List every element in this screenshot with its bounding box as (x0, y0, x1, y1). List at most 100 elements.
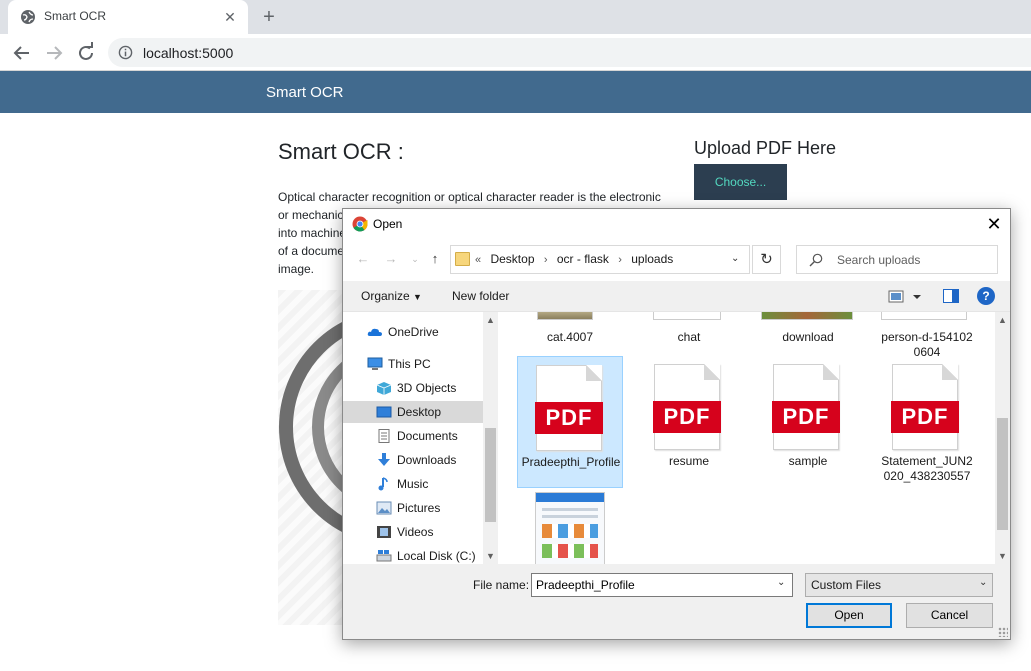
desktop-icon (376, 406, 392, 418)
scroll-up-icon[interactable]: ▲ (485, 314, 496, 326)
path-dropdown-chevron-icon[interactable]: ⌄ (731, 253, 739, 264)
cancel-button[interactable]: Cancel (906, 603, 993, 628)
file-item-sample[interactable]: PDF sample (755, 356, 861, 488)
url-text[interactable]: localhost:5000 (143, 45, 233, 61)
address-bar[interactable]: localhost:5000 (108, 38, 1031, 67)
nav-item-onedrive[interactable]: OneDrive (343, 321, 483, 343)
globe-icon (21, 10, 35, 24)
open-file-dialog: Open ✕ ← → ⌄ ↑ « Desktop › ocr - flask ›… (342, 208, 1011, 640)
nav-item-3d-objects[interactable]: 3D Objects (343, 377, 483, 399)
cube-icon (376, 382, 392, 395)
refresh-icon[interactable]: ↻ (752, 245, 781, 274)
breadcrumb-desktop[interactable]: Desktop (490, 252, 534, 266)
scrollbar-thumb[interactable] (997, 418, 1008, 530)
page-title: Smart OCR : (278, 139, 404, 164)
scroll-down-icon[interactable]: ▼ (485, 550, 496, 562)
file-type-dropdown-icon[interactable]: ⌄ (979, 577, 987, 588)
computer-icon (367, 357, 383, 370)
up-arrow-icon[interactable]: ↑ (427, 251, 443, 267)
breadcrumb-uploads[interactable]: uploads (631, 252, 673, 266)
file-item-pradeepthi-profile[interactable]: PDF Pradeepthi_Profile (517, 356, 623, 488)
new-folder-button[interactable]: New folder (452, 289, 509, 303)
resize-grip-icon[interactable] (998, 627, 1008, 637)
nav-item-downloads[interactable]: Downloads (343, 449, 483, 471)
change-view-icon[interactable] (888, 289, 924, 305)
scroll-up-icon[interactable]: ▲ (997, 314, 1008, 326)
pictures-icon (376, 501, 392, 515)
file-name-label: File name: (473, 578, 530, 592)
search-uploads-input[interactable]: Search uploads (796, 245, 998, 274)
nav-item-this-pc[interactable]: This PC (343, 353, 483, 375)
file-item-resume[interactable]: PDF resume (636, 356, 742, 488)
pdf-file-icon: PDF (891, 364, 959, 450)
open-button[interactable]: Open (806, 603, 892, 628)
chrome-logo-icon (352, 216, 368, 232)
site-brand[interactable]: Smart OCR (266, 84, 344, 101)
new-tab-plus-icon[interactable]: + (258, 6, 280, 28)
screenshot-thumbnail[interactable] (535, 492, 605, 564)
pdf-file-icon: PDF (653, 364, 721, 450)
breadcrumb-overflow[interactable]: « (475, 254, 481, 266)
folder-path-bar[interactable]: « Desktop › ocr - flask › uploads ⌄ (450, 245, 750, 274)
browser-toolbar: localhost:5000 (0, 34, 1031, 71)
dialog-close-icon[interactable]: ✕ (978, 209, 1010, 239)
preview-pane-icon[interactable] (943, 289, 959, 303)
tab-title: Smart OCR (44, 9, 107, 23)
navigation-pane: OneDrive This PC 3D Objects Desktop Docu… (343, 312, 498, 564)
choose-file-button[interactable]: Choose... (694, 164, 787, 200)
pdf-file-icon: PDF (772, 364, 840, 450)
breadcrumb-ocr-flask[interactable]: ocr - flask (557, 252, 609, 266)
image-thumbnail (761, 312, 853, 320)
music-note-icon (378, 477, 388, 491)
image-thumbnail (881, 312, 967, 320)
back-arrow-icon[interactable] (10, 41, 34, 65)
dialog-address-row: ← → ⌄ ↑ « Desktop › ocr - flask › upload… (343, 239, 1010, 281)
dialog-back-icon[interactable]: ← (355, 251, 371, 267)
nav-item-music[interactable]: Music (343, 473, 483, 495)
dialog-command-bar: Organize ▼ New folder ? (343, 281, 1010, 312)
image-thumbnail (537, 312, 593, 320)
search-icon (809, 253, 823, 267)
file-list-scrollbar[interactable]: ▲ ▼ (995, 312, 1010, 564)
site-navbar: Smart OCR (0, 71, 1031, 113)
navigation-scrollbar[interactable]: ▲ ▼ (483, 312, 498, 564)
breadcrumb: « Desktop › ocr - flask › uploads (475, 252, 679, 266)
dialog-titlebar: Open ✕ (343, 209, 1010, 239)
tab-close-icon[interactable]: ✕ (222, 9, 238, 25)
info-icon[interactable] (118, 45, 133, 60)
browser-tab[interactable]: Smart OCR ✕ (8, 0, 248, 34)
pdf-file-icon: PDF (535, 365, 603, 451)
help-icon[interactable]: ? (977, 287, 995, 305)
file-item-chat[interactable]: chat (636, 320, 742, 354)
folder-icon (455, 252, 470, 266)
file-name-input[interactable]: Pradeepthi_Profile (531, 573, 793, 597)
cloud-icon (367, 328, 382, 336)
dialog-forward-icon[interactable]: → (383, 251, 399, 267)
file-name-dropdown-icon[interactable]: ⌄ (777, 577, 785, 588)
image-thumbnail (653, 312, 721, 320)
forward-arrow-icon[interactable] (42, 41, 66, 65)
drive-icon (376, 550, 392, 562)
dialog-footer: File name: Pradeepthi_Profile ⌄ Custom F… (343, 564, 1010, 639)
thumbnail-header (536, 493, 604, 502)
nav-item-desktop[interactable]: Desktop (343, 401, 483, 423)
reload-icon[interactable] (74, 41, 98, 65)
file-item-cat[interactable]: cat.4007 (517, 320, 623, 354)
organize-menu-button[interactable]: Organize ▼ (361, 289, 422, 303)
scroll-down-icon[interactable]: ▼ (997, 550, 1008, 562)
nav-item-documents[interactable]: Documents (343, 425, 483, 447)
file-type-select[interactable]: Custom Files (805, 573, 993, 597)
dialog-title: Open (373, 217, 403, 231)
breadcrumb-chevron-icon[interactable]: › (544, 254, 548, 266)
file-item-statement[interactable]: PDF Statement_JUN2020_438230557 (874, 356, 980, 488)
documents-icon (378, 429, 390, 443)
nav-item-pictures[interactable]: Pictures (343, 497, 483, 519)
film-icon (377, 526, 391, 538)
recent-locations-chevron-icon[interactable]: ⌄ (407, 251, 423, 267)
breadcrumb-chevron-icon[interactable]: › (618, 254, 622, 266)
file-item-download[interactable]: download (755, 320, 861, 354)
nav-item-videos[interactable]: Videos (343, 521, 483, 543)
file-item-person[interactable]: person-d-1541020604 (874, 320, 980, 360)
chevron-down-icon: ▼ (413, 292, 422, 302)
scrollbar-thumb[interactable] (485, 428, 496, 522)
